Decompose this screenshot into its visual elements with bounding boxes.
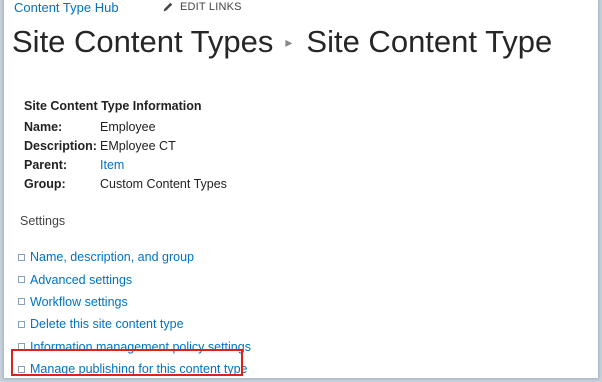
settings-link-label: Workflow settings: [30, 294, 128, 309]
bullet-icon: [18, 298, 25, 306]
info-heading: Site Content Type Information: [24, 99, 202, 113]
settings-link-label: Name, description, and group: [30, 250, 194, 265]
info-row-parent: Parent: Item: [24, 158, 227, 177]
page-frame: Content Type Hub EDIT LINKS Site Content…: [4, 0, 598, 378]
info-value: Custom Content Types: [100, 177, 227, 191]
info-label: Description:: [24, 139, 97, 153]
info-label: Parent:: [24, 158, 68, 172]
settings-link-label: Advanced settings: [30, 272, 133, 287]
bullet-icon: [18, 253, 25, 261]
settings-link-advanced[interactable]: Advanced settings: [18, 268, 251, 290]
info-table: Name: Employee Description: EMployee CT …: [24, 120, 227, 196]
breadcrumb-site-content-types[interactable]: Site Content Types: [12, 24, 273, 59]
info-row-description: Description: EMployee CT: [24, 139, 227, 158]
parent-item-link[interactable]: Item: [100, 158, 124, 172]
settings-link-label: Delete this site content type: [30, 317, 184, 332]
info-row-name: Name: Employee: [24, 120, 227, 139]
breadcrumb-separator-icon: ▸: [285, 33, 293, 50]
info-row-group: Group: Custom Content Types: [24, 177, 227, 196]
info-value: Employee: [100, 120, 156, 134]
settings-link-name-description-group[interactable]: Name, description, and group: [18, 246, 251, 268]
page-title: Site Content Types ▸ Site Content Type: [12, 22, 552, 64]
settings-link-workflow[interactable]: Workflow settings: [18, 291, 251, 313]
settings-heading: Settings: [20, 214, 66, 228]
highlight-annotation-box: [11, 349, 243, 376]
info-value: EMployee CT: [100, 139, 176, 153]
edit-links-label: EDIT LINKS: [180, 1, 242, 13]
settings-link-delete[interactable]: Delete this site content type: [18, 313, 251, 335]
info-label: Name:: [24, 120, 63, 134]
pencil-icon: [163, 2, 173, 12]
bullet-icon: [18, 320, 25, 328]
content-type-hub-link[interactable]: Content Type Hub: [14, 0, 119, 16]
info-label: Group:: [24, 177, 66, 191]
bullet-icon: [18, 276, 25, 284]
edit-links-button[interactable]: EDIT LINKS: [162, 1, 242, 13]
breadcrumb-current: Site Content Type: [306, 24, 553, 59]
